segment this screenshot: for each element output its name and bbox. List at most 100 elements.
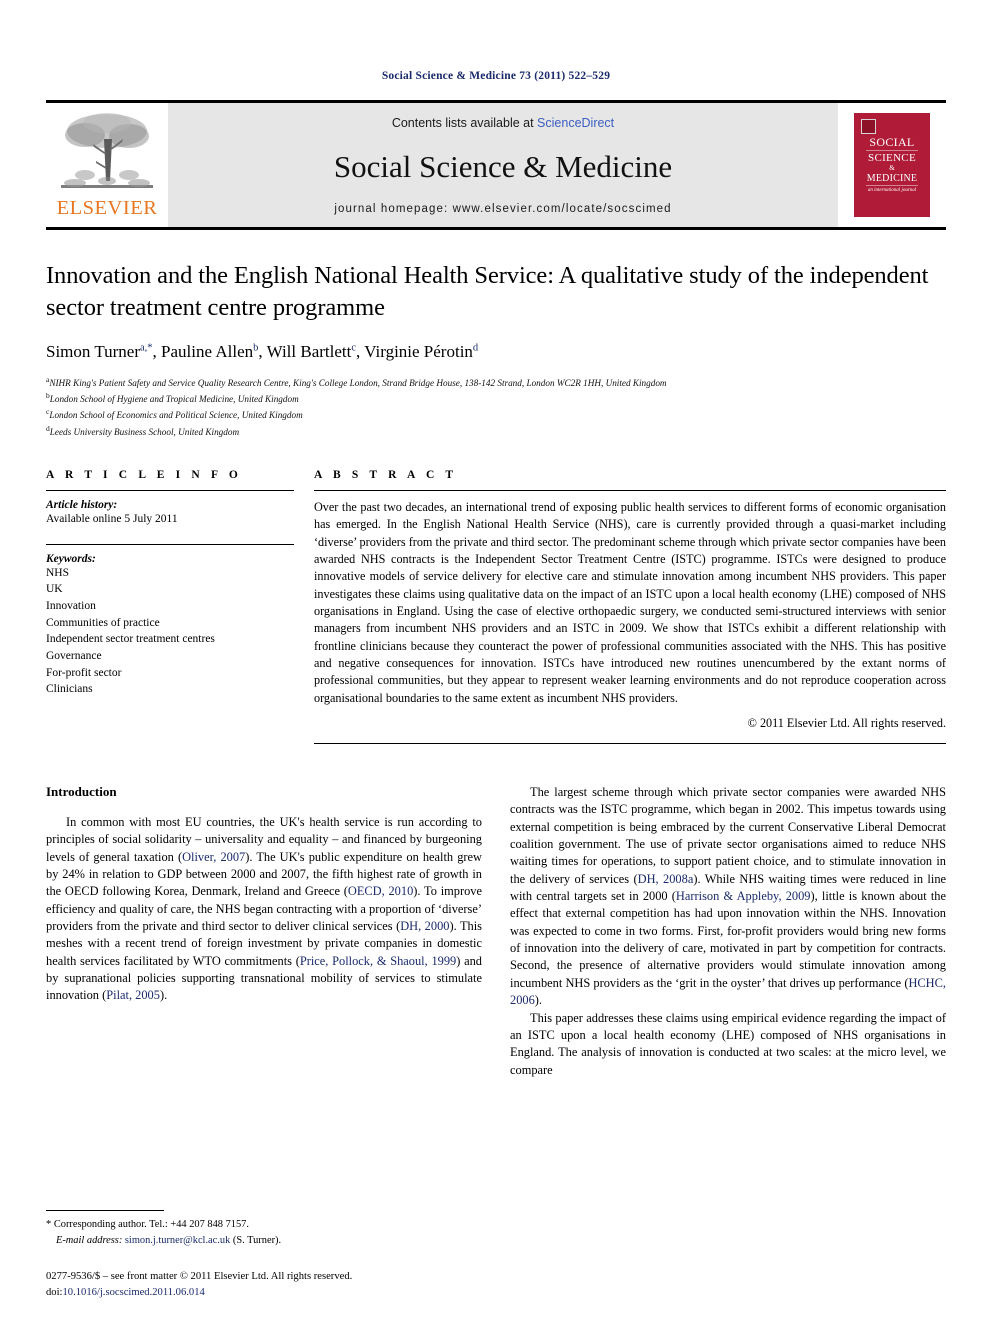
affiliation-item: dLeeds University Business School, Unite… bbox=[46, 423, 946, 439]
article-info-divider-top bbox=[46, 489, 294, 491]
contents-available-line: Contents lists available at ScienceDirec… bbox=[392, 116, 614, 130]
doi-link[interactable]: 10.1016/j.socscimed.2011.06.014 bbox=[62, 1287, 204, 1298]
body-text: The largest scheme through which private… bbox=[510, 784, 946, 886]
issn-copyright-block: 0277-9536/$ – see front matter © 2011 El… bbox=[46, 1269, 486, 1301]
abstract-column: A B S T R A C T Over the past two decade… bbox=[314, 469, 946, 744]
footnote-area: * Corresponding author. Tel.: +44 207 84… bbox=[46, 1210, 486, 1301]
affiliation-text: London School of Hygiene and Tropical Me… bbox=[49, 394, 299, 405]
contents-prefix: Contents lists available at bbox=[391, 116, 538, 130]
body-columns: Introduction In common with most EU coun… bbox=[46, 784, 946, 1079]
cover-ampersand: & bbox=[889, 163, 895, 172]
author-list: Simon Turnera,*, Pauline Allenb, Will Ba… bbox=[46, 341, 479, 361]
author-affiliation-mark: b bbox=[253, 342, 259, 354]
corresponding-author-note: * Corresponding author. Tel.: +44 207 84… bbox=[46, 1217, 486, 1233]
cover-rule-2 bbox=[866, 184, 918, 186]
keyword-item: Governance bbox=[46, 649, 102, 662]
article-info-divider-mid bbox=[46, 543, 294, 545]
keyword-item: NHS bbox=[46, 566, 70, 579]
email-label: E-mail address: bbox=[56, 1234, 123, 1246]
keyword-item: Independent sector treatment centres bbox=[46, 633, 215, 646]
body-text: ). bbox=[534, 993, 543, 1008]
author-name: Pauline Allen bbox=[161, 341, 254, 361]
keyword-item: Clinicians bbox=[46, 683, 93, 696]
affiliation-text: Leeds University Business School, United… bbox=[49, 426, 240, 437]
page-title: Innovation and the English National Heal… bbox=[46, 262, 929, 321]
journal-title: Social Science & Medicine bbox=[333, 149, 673, 184]
body-paragraph: In common with most EU countries, the UK… bbox=[46, 814, 482, 1005]
corresponding-marker: * bbox=[46, 1219, 52, 1230]
citation-link[interactable]: OECD, 2010 bbox=[348, 884, 413, 898]
affiliation-item: bLondon School of Hygiene and Tropical M… bbox=[46, 390, 946, 406]
elsevier-tree-icon bbox=[61, 113, 153, 188]
body-left-paragraphs: In common with most EU countries, the UK… bbox=[46, 814, 482, 1005]
author-affiliation-mark: c bbox=[351, 342, 357, 354]
corresponding-text: Corresponding author. Tel.: +44 207 848 … bbox=[53, 1219, 249, 1230]
article-history-label: Article history: bbox=[46, 498, 118, 511]
author-name: Virginie Pérotin bbox=[364, 341, 473, 361]
article-info-heading: A R T I C L E I N F O bbox=[46, 468, 242, 481]
body-paragraph: This paper addresses these claims using … bbox=[510, 1010, 946, 1079]
elsevier-logo: ELSEVIER bbox=[46, 103, 168, 227]
cover-line-1: SOCIAL bbox=[869, 135, 915, 149]
citation-link[interactable]: Pilat, 2005 bbox=[106, 988, 160, 1002]
cover-publisher-mark-icon bbox=[861, 119, 876, 134]
cover-rule-1 bbox=[866, 150, 918, 152]
abstract-divider-top bbox=[314, 489, 946, 491]
email-note: E-mail address: simon.j.turner@kcl.ac.uk… bbox=[46, 1233, 486, 1249]
doi-line: doi:10.1016/j.socscimed.2011.06.014 bbox=[46, 1285, 486, 1301]
keyword-item: UK bbox=[46, 583, 63, 596]
citation-link[interactable]: DH, 2008a bbox=[638, 872, 694, 886]
citation-link[interactable]: Price, Pollock, & Shaoul, 1999 bbox=[300, 954, 456, 968]
article-info-column: A R T I C L E I N F O Article history: A… bbox=[46, 469, 314, 744]
cover-image: SOCIAL SCIENCE & MEDICINE an internation… bbox=[854, 113, 930, 217]
running-head: Social Science & Medicine 73 (2011) 522–… bbox=[381, 70, 611, 82]
author-name: Simon Turner bbox=[46, 341, 140, 361]
affiliation-text: London School of Economics and Political… bbox=[49, 410, 303, 421]
section-heading-introduction: Introduction bbox=[46, 783, 117, 799]
article-history-value: Available online 5 July 2011 bbox=[46, 512, 178, 525]
footnote-divider bbox=[46, 1210, 164, 1211]
keywords-list: NHS UK Innovation Communities of practice In… bbox=[46, 565, 294, 698]
sciencedirect-link[interactable]: ScienceDirect bbox=[537, 116, 614, 130]
masthead-center: Contents lists available at ScienceDirec… bbox=[168, 103, 838, 227]
cover-text: SOCIAL SCIENCE & MEDICINE an internation… bbox=[854, 135, 930, 193]
citation-link[interactable]: Oliver, 2007 bbox=[182, 850, 245, 864]
body-text: This paper addresses these claims using … bbox=[510, 1010, 946, 1077]
journal-cover-thumbnail: SOCIAL SCIENCE & MEDICINE an internation… bbox=[838, 103, 946, 227]
body-right-paragraphs: The largest scheme through which private… bbox=[510, 784, 946, 1079]
article-page: Social Science & Medicine 73 (2011) 522–… bbox=[0, 0, 992, 1323]
journal-homepage-line[interactable]: journal homepage: www.elsevier.com/locat… bbox=[334, 203, 671, 215]
affiliation-list: aNIHR King's Patient Safety and Service … bbox=[46, 374, 946, 439]
title-block: Innovation and the English National Heal… bbox=[46, 230, 946, 439]
keyword-item: Innovation bbox=[46, 599, 96, 612]
email-suffix: (S. Turner). bbox=[232, 1234, 282, 1246]
abstract-text: Over the past two decades, an internatio… bbox=[314, 499, 946, 705]
citation-link[interactable]: Harrison & Appleby, 2009 bbox=[676, 889, 811, 903]
abstract-heading: A B S T R A C T bbox=[314, 468, 458, 481]
author-name: Will Bartlett bbox=[266, 341, 352, 361]
body-text: ), little is known about the effect that… bbox=[510, 889, 946, 990]
elsevier-wordmark: ELSEVIER bbox=[56, 197, 158, 219]
journal-masthead: ELSEVIER Contents lists available at Sci… bbox=[46, 100, 946, 230]
keywords-label: Keywords: bbox=[46, 552, 96, 565]
affiliation-item: cLondon School of Economics and Politica… bbox=[46, 406, 946, 422]
doi-label: doi: bbox=[46, 1287, 63, 1299]
affiliation-item: aNIHR King's Patient Safety and Service … bbox=[46, 374, 946, 390]
body-text: ). bbox=[159, 988, 168, 1003]
issn-line: 0277-9536/$ – see front matter © 2011 El… bbox=[46, 1271, 353, 1283]
cover-line-3: MEDICINE bbox=[866, 172, 918, 184]
abstract-divider-bottom bbox=[314, 742, 946, 744]
citation-link[interactable]: DH, 2000 bbox=[400, 919, 449, 933]
keyword-item: For-profit sector bbox=[46, 666, 122, 679]
info-abstract-row: A R T I C L E I N F O Article history: A… bbox=[46, 469, 946, 744]
keyword-item: Communities of practice bbox=[46, 616, 160, 629]
body-column-left: Introduction In common with most EU coun… bbox=[46, 784, 482, 1079]
body-column-right: The largest scheme through which private… bbox=[510, 784, 946, 1079]
cover-subtitle: an international journal bbox=[867, 187, 917, 193]
cover-line-2: SCIENCE bbox=[868, 152, 916, 165]
email-link[interactable]: simon.j.turner@kcl.ac.uk bbox=[125, 1235, 230, 1246]
author-affiliation-mark: d bbox=[472, 342, 479, 354]
author-affiliation-mark: a,* bbox=[140, 342, 153, 354]
abstract-copyright: © 2011 Elsevier Ltd. All rights reserved… bbox=[747, 715, 946, 730]
body-paragraph: The largest scheme through which private… bbox=[510, 784, 946, 1010]
